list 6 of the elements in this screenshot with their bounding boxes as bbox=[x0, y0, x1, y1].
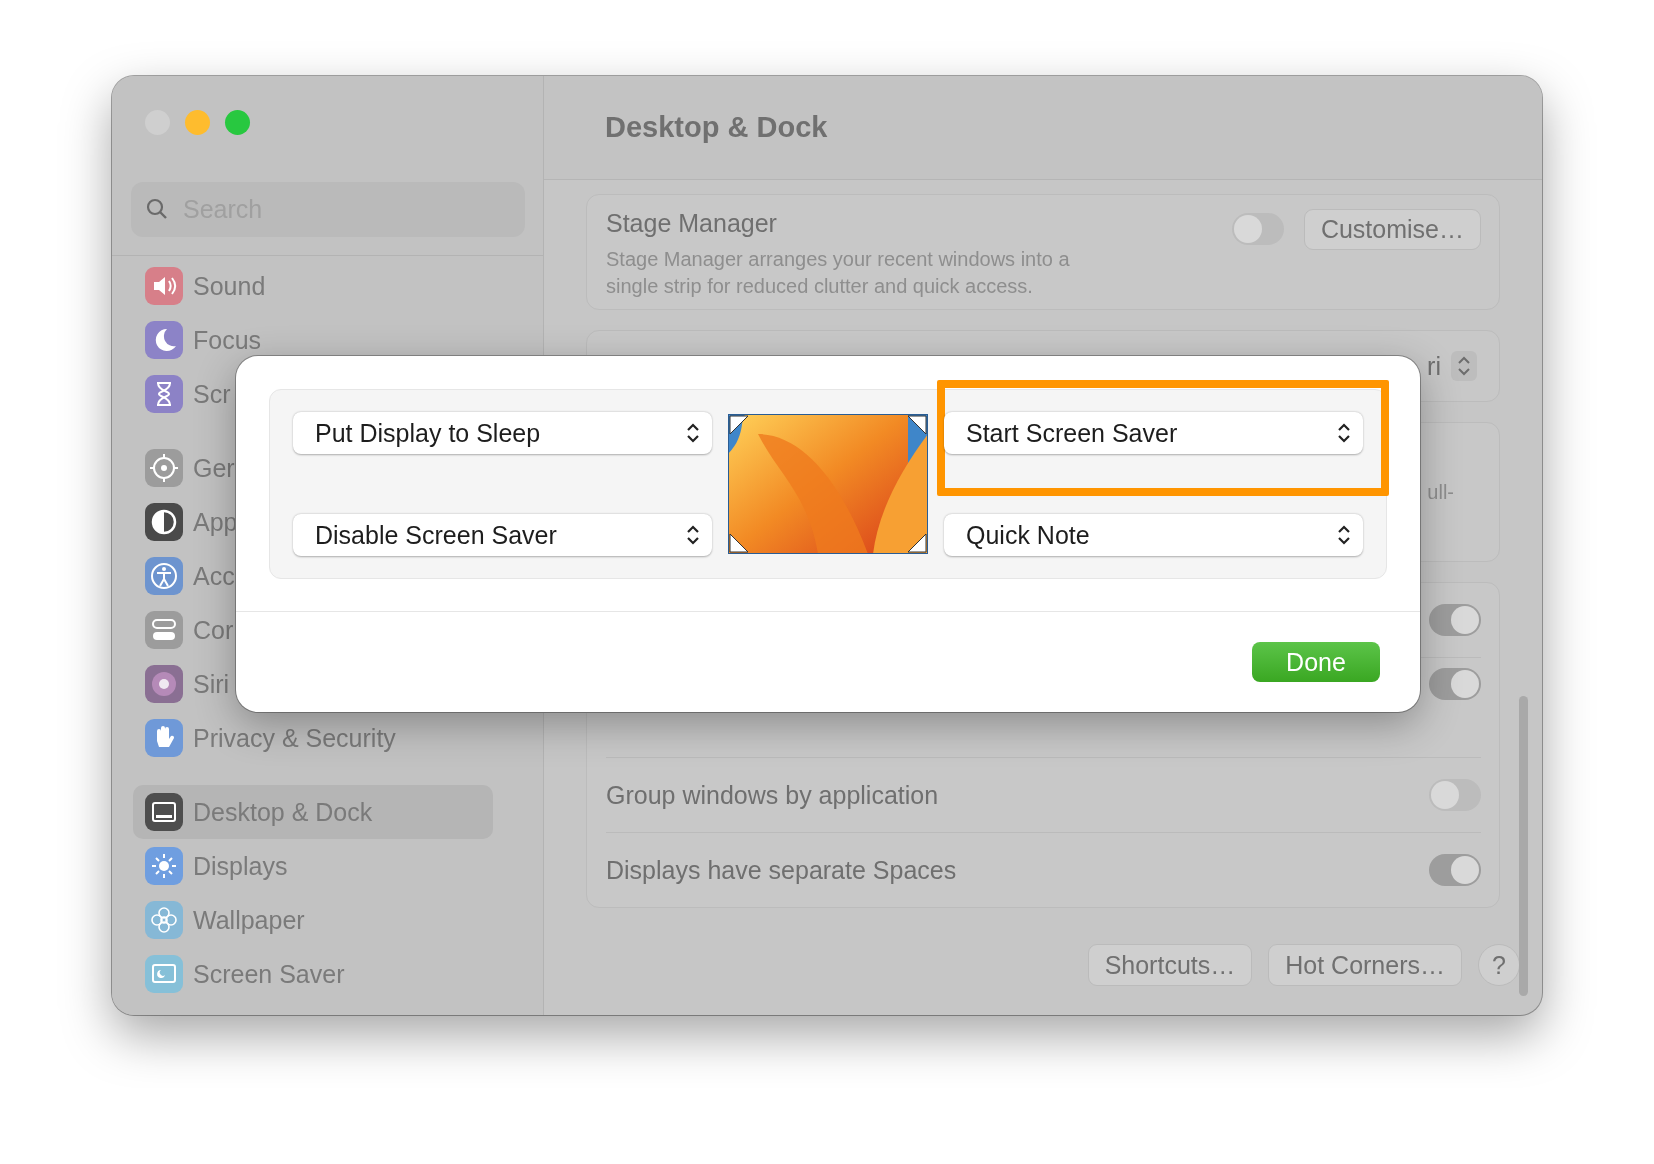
window-title: Desktop & Dock bbox=[605, 111, 828, 144]
setting-label: Group windows by application bbox=[606, 780, 939, 810]
setting-description: ull- bbox=[1427, 480, 1454, 504]
setting-label: Stage Manager bbox=[606, 209, 778, 238]
setting-description: Stage Manager arranges your recent windows into a single strip for reduced clutter and quick access. bbox=[606, 247, 1071, 299]
setting-label: Displays have separate Spaces bbox=[606, 855, 957, 885]
